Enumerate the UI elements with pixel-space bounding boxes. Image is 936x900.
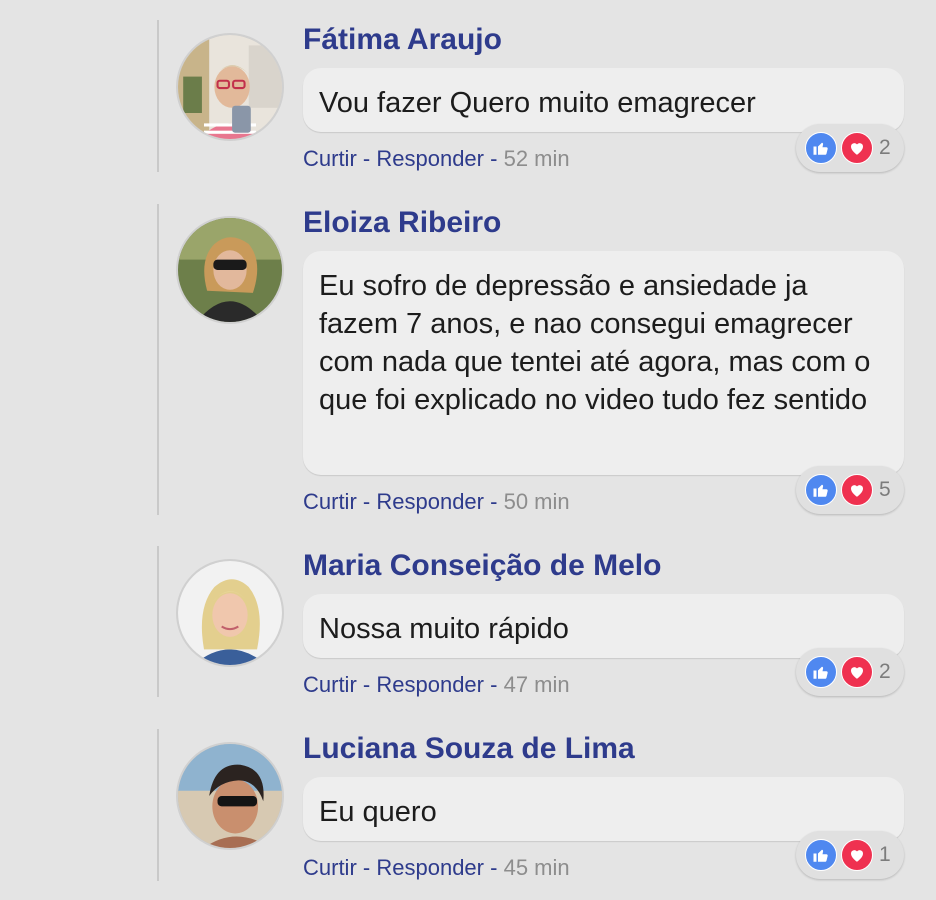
avatar[interactable] (176, 559, 284, 667)
avatar[interactable] (176, 216, 284, 324)
comment-actions: Curtir - Responder - 52 min (303, 146, 570, 172)
separator: - (490, 146, 498, 171)
reaction-count: 1 (879, 843, 891, 866)
comment-bubble: Eu sofro de depressão e ansiedade ja faz… (303, 251, 904, 475)
thread-line (157, 729, 159, 881)
comment-text: Eu sofro de depressão e ansiedade ja faz… (319, 270, 871, 416)
avatar-photo (178, 35, 282, 139)
separator: - (490, 672, 498, 697)
comment-timestamp: 50 min (503, 489, 570, 514)
reaction-count: 5 (879, 478, 891, 501)
thumbs-up-icon (805, 474, 837, 506)
separator: - (362, 489, 371, 514)
thumbs-up-icon (805, 656, 837, 688)
like-link[interactable]: Curtir (303, 146, 357, 171)
separator: - (362, 146, 371, 171)
reaction-count: 2 (879, 660, 891, 683)
reaction-summary[interactable]: 2 (796, 648, 904, 696)
comment-text: Eu quero (319, 796, 437, 828)
comment-author[interactable]: Luciana Souza de Lima (303, 731, 635, 767)
comment-text: Nossa muito rápido (319, 613, 569, 645)
comment-timestamp: 52 min (503, 146, 570, 171)
reaction-summary[interactable]: 2 (796, 124, 904, 172)
avatar[interactable] (176, 742, 284, 850)
comment-actions: Curtir - Responder - 47 min (303, 672, 570, 698)
comment-author[interactable]: Eloiza Ribeiro (303, 205, 501, 241)
avatar-photo (178, 561, 282, 665)
reply-link[interactable]: Responder (376, 855, 484, 880)
thumbs-up-icon (805, 132, 837, 164)
separator: - (490, 855, 498, 880)
reply-link[interactable]: Responder (376, 146, 484, 171)
like-link[interactable]: Curtir (303, 855, 357, 880)
like-link[interactable]: Curtir (303, 672, 357, 697)
avatar-photo (178, 218, 282, 322)
comment-text: Vou fazer Quero muito emagrecer (319, 87, 756, 119)
comment-timestamp: 47 min (503, 672, 570, 697)
separator: - (362, 672, 371, 697)
reaction-count: 2 (879, 136, 891, 159)
heart-icon (841, 132, 873, 164)
separator: - (490, 489, 498, 514)
comment-author[interactable]: Maria Conseição de Melo (303, 548, 661, 584)
reply-link[interactable]: Responder (376, 489, 484, 514)
thumbs-up-icon (805, 839, 837, 871)
reply-link[interactable]: Responder (376, 672, 484, 697)
heart-icon (841, 656, 873, 688)
comment-timestamp: 45 min (503, 855, 570, 880)
comment-bubble: Vou fazer Quero muito emagrecer (303, 68, 904, 132)
separator: - (362, 855, 371, 880)
heart-icon (841, 839, 873, 871)
reaction-summary[interactable]: 1 (796, 831, 904, 879)
avatar[interactable] (176, 33, 284, 141)
reaction-summary[interactable]: 5 (796, 466, 904, 514)
thread-line (157, 546, 159, 697)
thread-line (157, 204, 159, 515)
thread-line (157, 20, 159, 172)
like-link[interactable]: Curtir (303, 489, 357, 514)
comment-actions: Curtir - Responder - 50 min (303, 489, 570, 515)
comment-author[interactable]: Fátima Araujo (303, 22, 502, 58)
heart-icon (841, 474, 873, 506)
comment-actions: Curtir - Responder - 45 min (303, 855, 570, 881)
avatar-photo (178, 744, 282, 848)
